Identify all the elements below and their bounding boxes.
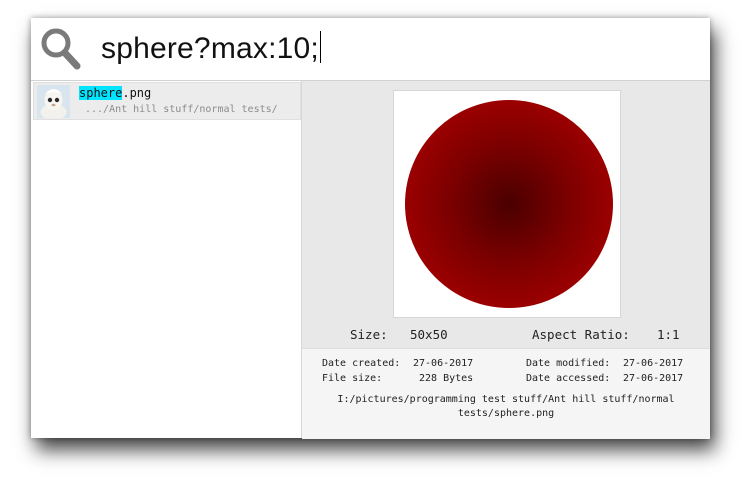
file-size-label: File size: — [322, 373, 383, 384]
result-filename-rest: .png — [122, 86, 152, 100]
match-highlight: sphere — [79, 86, 123, 100]
result-path: .../Ant hill stuff/normal tests/ — [85, 104, 278, 115]
search-input[interactable]: sphere?max:10; — [101, 28, 321, 70]
search-bar: sphere?max:10; — [31, 18, 710, 81]
image-preview — [393, 90, 621, 318]
result-item[interactable]: sphere.png .../Ant hill stuff/normal tes… — [33, 82, 301, 120]
sphere-image — [405, 100, 613, 308]
date-created-value: 27-06-2017 — [413, 358, 474, 369]
search-icon — [39, 26, 83, 72]
full-file-path: I:/pictures/programming test stuff/Ant h… — [337, 394, 675, 419]
size-value: 50x50 — [410, 327, 448, 342]
size-row: Size: 50x50 Aspect Ratio: 1:1 — [302, 327, 710, 345]
date-modified-label: Date modified: — [526, 358, 611, 369]
date-accessed-value: 27-06-2017 — [623, 373, 684, 384]
aspect-ratio-label: Aspect Ratio: — [532, 327, 630, 342]
results-list: sphere.png .../Ant hill stuff/normal tes… — [31, 81, 302, 438]
file-thumbnail — [37, 85, 70, 118]
launcher-window: sphere?max:10; sphere.png .../Ant hill s… — [31, 18, 710, 439]
search-query-text: sphere?max:10; — [101, 32, 319, 65]
date-accessed-label: Date accessed: — [526, 373, 611, 384]
result-filename: sphere.png — [79, 86, 151, 100]
date-created-label: Date created: — [322, 358, 401, 369]
date-modified-value: 27-06-2017 — [623, 358, 684, 369]
text-caret — [319, 31, 321, 63]
file-metadata: Date created: 27-06-2017 Date modified: … — [302, 348, 710, 439]
preview-pane: Size: 50x50 Aspect Ratio: 1:1 Date creat… — [302, 81, 710, 439]
file-size-value: 228 Bytes — [419, 373, 474, 384]
aspect-ratio-value: 1:1 — [657, 327, 680, 342]
size-label: Size: — [350, 327, 388, 342]
